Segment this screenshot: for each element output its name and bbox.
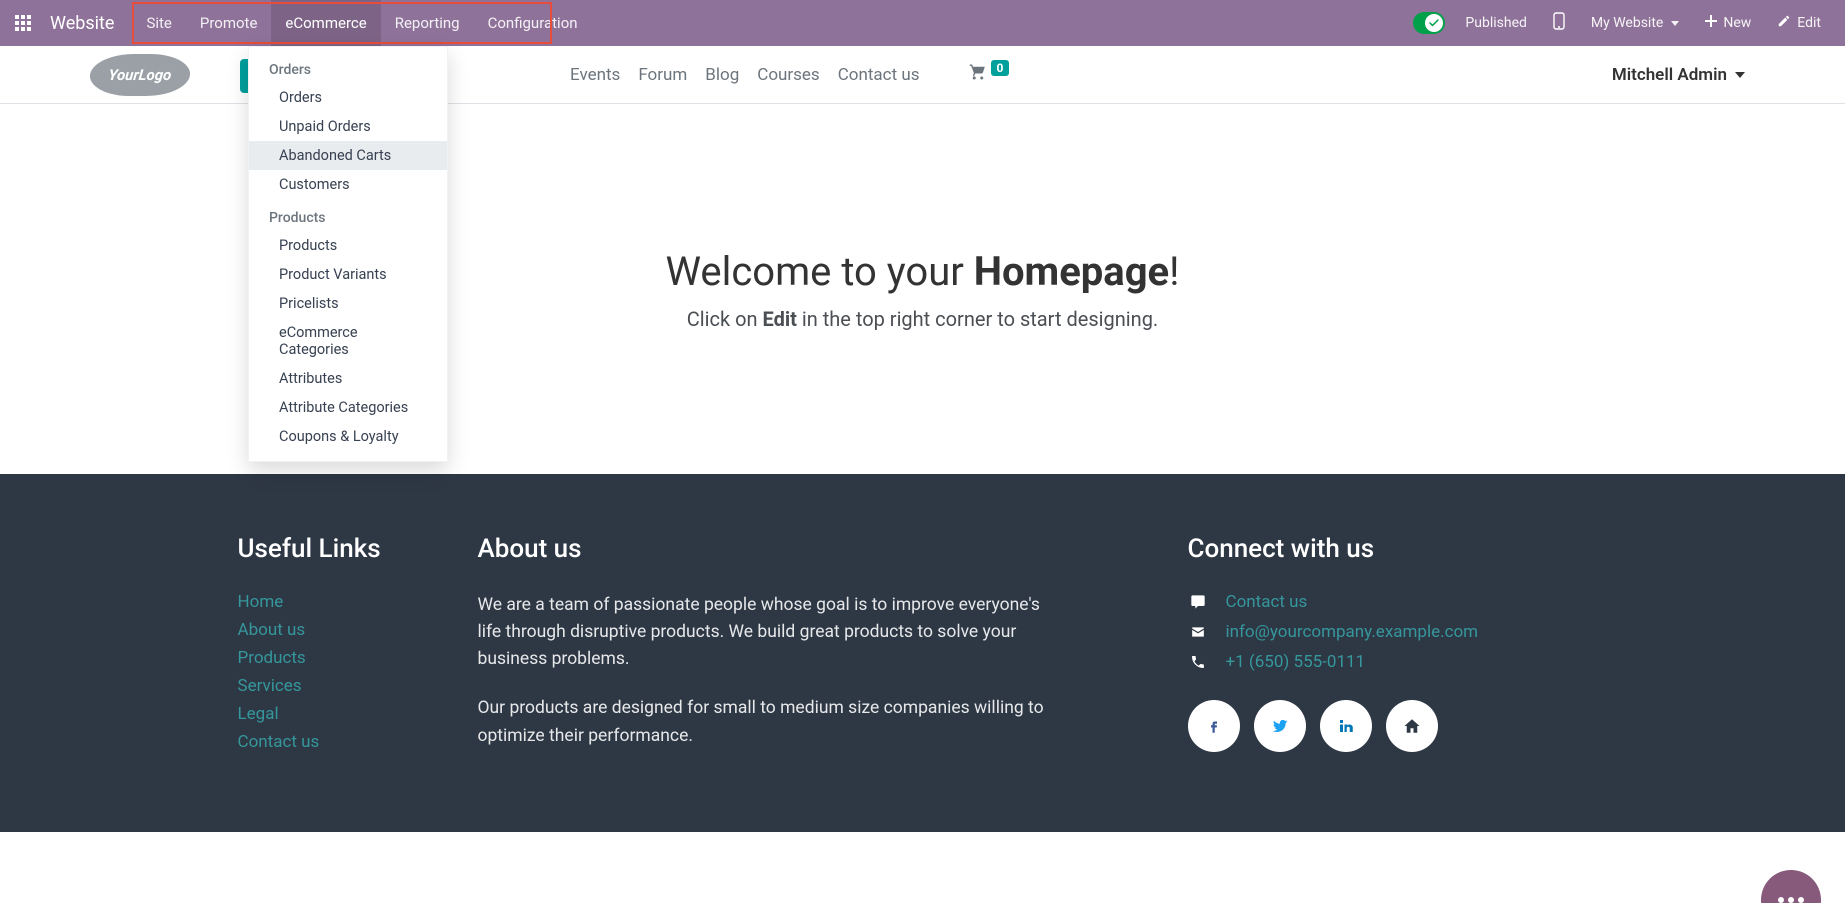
site-footer: Useful Links Home About us Products Serv…	[0, 474, 1845, 832]
dropdown-item-orders[interactable]: Orders	[249, 83, 447, 112]
dropdown-header-products: Products	[249, 205, 447, 231]
footer-link-products[interactable]: Products	[238, 648, 438, 668]
dropdown-item-ecommerce-categories[interactable]: eCommerce Categories	[249, 318, 447, 364]
plus-icon	[1705, 15, 1717, 31]
chat-dots-icon	[1778, 897, 1804, 903]
footer-connect: Connect with us Contact us info@yourcomp…	[1188, 534, 1608, 772]
dropdown-item-coupons-loyalty[interactable]: Coupons & Loyalty	[249, 422, 447, 451]
mobile-icon	[1553, 12, 1565, 34]
footer-link-services[interactable]: Services	[238, 676, 438, 696]
hero-sub-pre: Click on	[687, 307, 763, 331]
cart-icon	[968, 63, 988, 86]
website-switcher-label: My Website	[1591, 15, 1663, 31]
footer-about: About us We are a team of passionate peo…	[478, 534, 1048, 772]
footer-about-p1: We are a team of passionate people whose…	[478, 592, 1048, 673]
website-switcher[interactable]: My Website	[1581, 15, 1689, 31]
speech-bubble-icon	[1188, 594, 1208, 610]
dropdown-item-abandoned-carts[interactable]: Abandoned Carts	[249, 141, 447, 170]
topbar-menu: Site Promote eCommerce Reporting Configu…	[132, 0, 591, 46]
user-menu[interactable]: Mitchell Admin	[1612, 65, 1745, 85]
new-button-label: New	[1723, 15, 1751, 31]
hero-subtitle: Click on Edit in the top right corner to…	[687, 307, 1158, 331]
footer-link-home[interactable]: Home	[238, 592, 438, 612]
nav-forum[interactable]: Forum	[638, 65, 687, 85]
menu-configuration[interactable]: Configuration	[474, 0, 592, 46]
nav-blog[interactable]: Blog	[705, 65, 739, 85]
hero-title-strong: Homepage	[974, 248, 1169, 295]
nav-courses[interactable]: Courses	[757, 65, 819, 85]
menu-site[interactable]: Site	[132, 0, 185, 46]
ecommerce-dropdown: Orders Orders Unpaid Orders Abandoned Ca…	[248, 46, 448, 462]
footer-email-link[interactable]: info@yourcompany.example.com	[1226, 622, 1479, 642]
nav-contact-us[interactable]: Contact us	[838, 65, 920, 85]
footer-link-contact[interactable]: Contact us	[238, 732, 438, 752]
twitter-icon	[1271, 717, 1289, 735]
livechat-button[interactable]	[1761, 870, 1821, 903]
dropdown-item-products[interactable]: Products	[249, 231, 447, 260]
facebook-icon	[1205, 717, 1223, 735]
chevron-down-icon	[1671, 21, 1679, 26]
footer-link-about[interactable]: About us	[238, 620, 438, 640]
new-button[interactable]: New	[1695, 15, 1761, 31]
site-nav-links: Events Forum Blog Courses Contact us 0	[570, 63, 1009, 86]
nav-events[interactable]: Events	[570, 65, 620, 85]
active-tab-indicator	[240, 59, 248, 93]
home-button[interactable]	[1386, 700, 1438, 752]
chevron-down-icon	[1735, 72, 1745, 78]
dropdown-header-orders: Orders	[249, 57, 447, 83]
dropdown-item-product-variants[interactable]: Product Variants	[249, 260, 447, 289]
social-buttons	[1188, 700, 1608, 752]
phone-icon	[1188, 654, 1208, 670]
hero-title-post: !	[1169, 248, 1179, 295]
footer-link-legal[interactable]: Legal	[238, 704, 438, 724]
published-label[interactable]: Published	[1455, 15, 1536, 31]
menu-ecommerce[interactable]: eCommerce	[271, 0, 380, 46]
apps-launcher-button[interactable]	[0, 0, 46, 46]
footer-about-p2: Our products are designed for small to m…	[478, 695, 1048, 749]
hero-title-pre: Welcome to your	[666, 248, 974, 295]
twitter-button[interactable]	[1254, 700, 1306, 752]
published-toggle[interactable]	[1413, 12, 1445, 34]
hero-sub-post: in the top right corner to start designi…	[797, 307, 1158, 331]
site-logo-text: YourLogo	[108, 66, 173, 84]
footer-connect-title: Connect with us	[1188, 534, 1608, 564]
linkedin-button[interactable]	[1320, 700, 1372, 752]
hero-sub-strong: Edit	[763, 307, 797, 331]
footer-useful-links: Useful Links Home About us Products Serv…	[238, 534, 438, 772]
admin-topbar: Website Site Promote eCommerce Reporting…	[0, 0, 1845, 46]
apps-grid-icon	[15, 15, 31, 31]
site-logo[interactable]: YourLogo	[88, 54, 192, 96]
dropdown-item-customers[interactable]: Customers	[249, 170, 447, 199]
footer-contact-link[interactable]: Contact us	[1226, 592, 1308, 612]
edit-button[interactable]: Edit	[1767, 14, 1831, 32]
cart-button[interactable]: 0	[968, 63, 1010, 86]
footer-about-title: About us	[478, 534, 1048, 564]
pencil-icon	[1777, 14, 1791, 32]
check-icon	[1425, 14, 1443, 32]
footer-links-title: Useful Links	[238, 534, 438, 564]
menu-reporting[interactable]: Reporting	[381, 0, 474, 46]
dropdown-item-pricelists[interactable]: Pricelists	[249, 289, 447, 318]
footer-phone-link[interactable]: +1 (650) 555-0111	[1226, 652, 1366, 672]
linkedin-icon	[1337, 717, 1355, 735]
user-name-label: Mitchell Admin	[1612, 65, 1727, 85]
mobile-preview-button[interactable]	[1543, 12, 1575, 34]
facebook-button[interactable]	[1188, 700, 1240, 752]
dropdown-item-unpaid-orders[interactable]: Unpaid Orders	[249, 112, 447, 141]
dropdown-item-attributes[interactable]: Attributes	[249, 364, 447, 393]
cart-count-badge: 0	[991, 60, 1010, 76]
edit-button-label: Edit	[1797, 15, 1821, 31]
envelope-icon	[1188, 625, 1208, 639]
home-icon	[1403, 717, 1421, 735]
dropdown-item-attribute-categories[interactable]: Attribute Categories	[249, 393, 447, 422]
menu-promote[interactable]: Promote	[186, 0, 272, 46]
hero-title: Welcome to your Homepage!	[666, 248, 1180, 295]
module-brand[interactable]: Website	[46, 0, 132, 46]
